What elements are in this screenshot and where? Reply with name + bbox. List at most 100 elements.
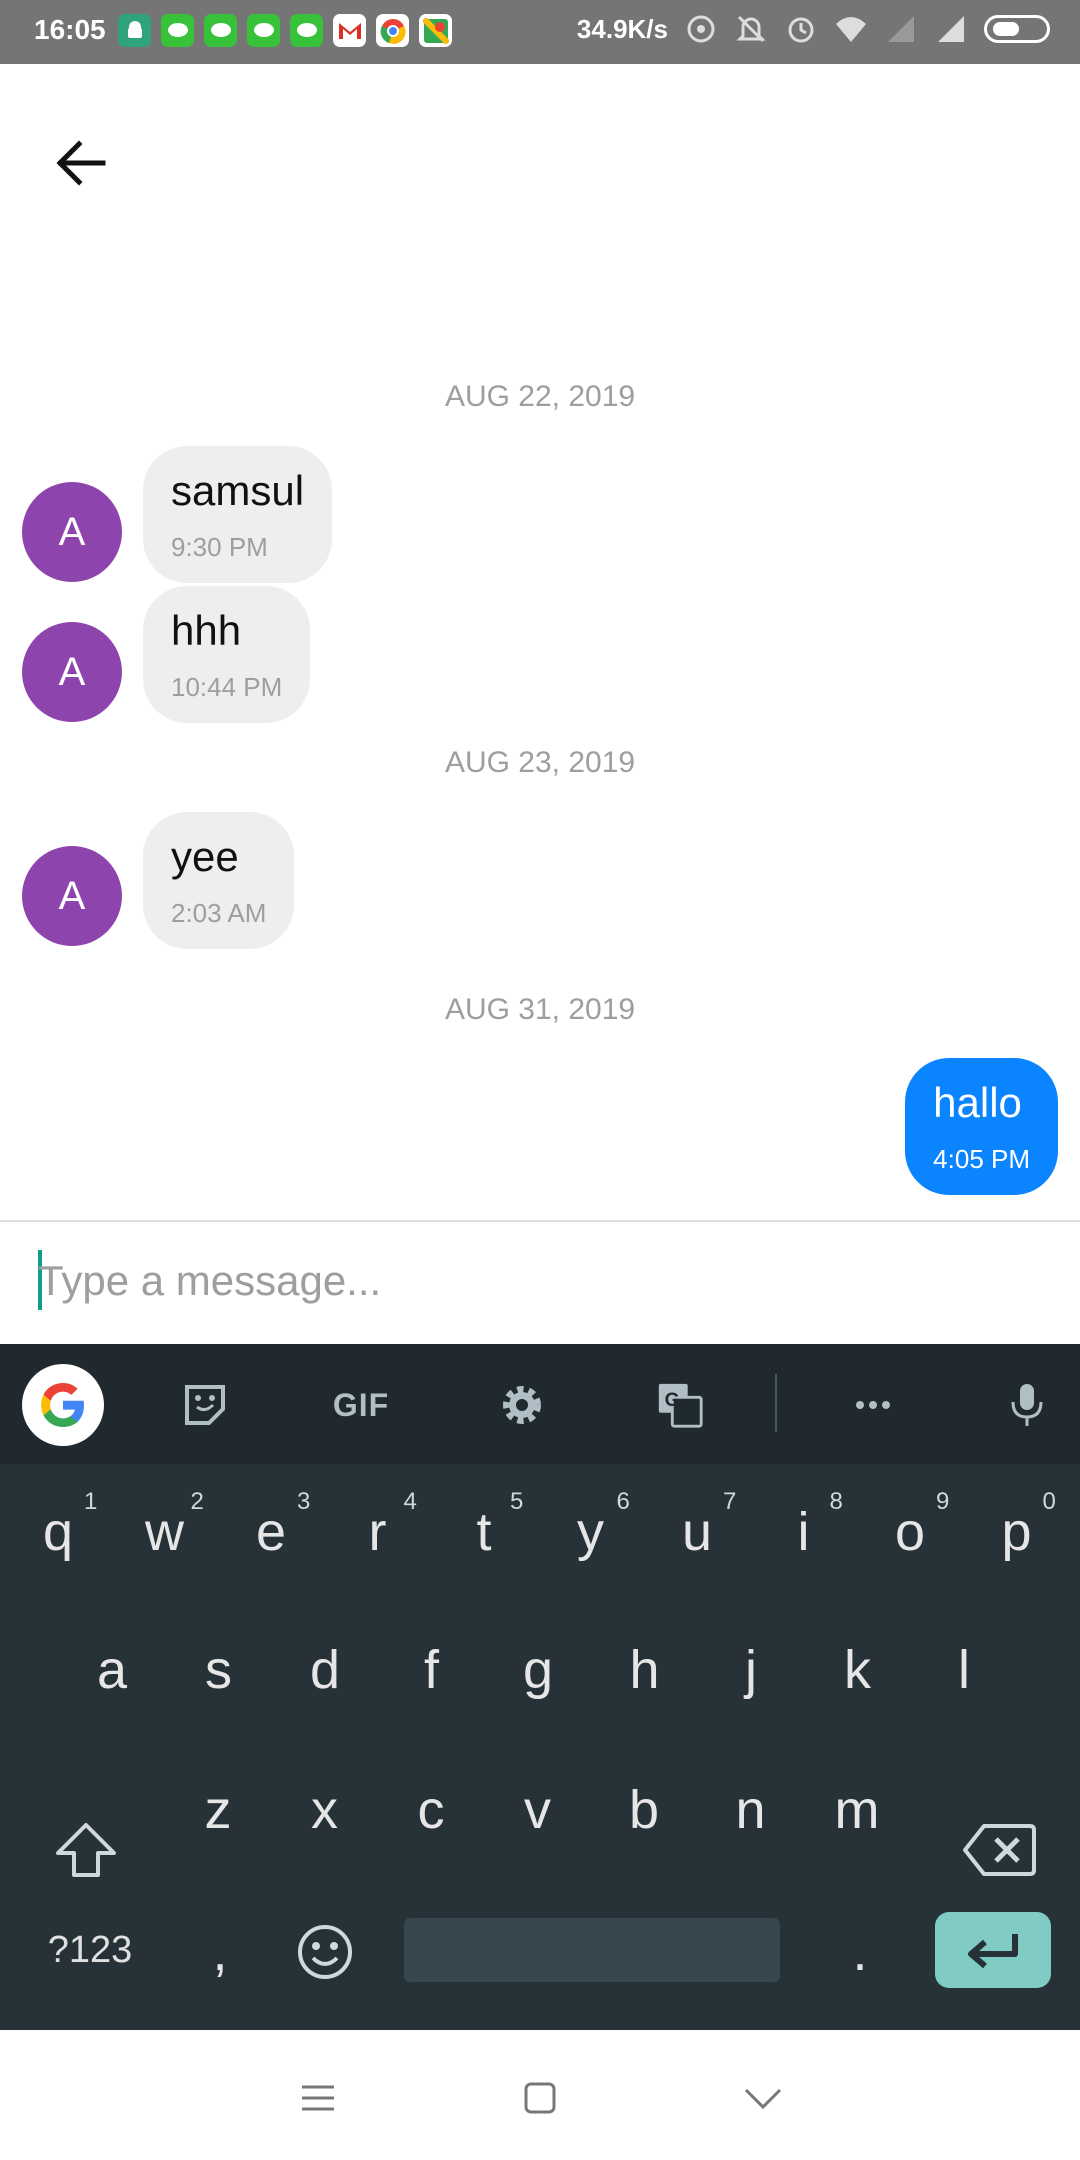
gif-label: GIF <box>332 1386 390 1423</box>
message-composer <box>0 1220 1080 1344</box>
message-bubble-outgoing[interactable]: hallo 4:05 PM <box>905 1058 1058 1195</box>
line-icon <box>290 14 323 47</box>
wifi-icon <box>836 17 866 42</box>
avatar-initial: A <box>58 509 86 554</box>
message-text: yee <box>171 833 239 880</box>
menu-icon <box>302 2085 334 2111</box>
toolbar-divider <box>775 1374 777 1432</box>
emoji-icon <box>298 1925 352 1979</box>
key-s[interactable]: s <box>169 1610 269 1730</box>
symbols-key[interactable]: ?123 <box>30 1912 150 1988</box>
more-button[interactable] <box>848 1380 898 1430</box>
notification-icons <box>118 14 452 47</box>
comma-key[interactable]: , <box>170 1892 270 2012</box>
enter-icon <box>968 1934 1018 1969</box>
google-search-button[interactable] <box>22 1364 104 1446</box>
avatar: A <box>22 622 122 722</box>
shift-icon <box>56 1823 116 1877</box>
navigation-bar <box>0 2030 1080 2160</box>
line-icon <box>204 14 237 47</box>
key-j[interactable]: j <box>701 1610 801 1730</box>
line-icon <box>161 14 194 47</box>
chevron-down-icon <box>744 2088 782 2110</box>
status-time: 16:05 <box>34 14 106 45</box>
back-nav-button[interactable] <box>733 2068 793 2128</box>
message-text: hhh <box>171 607 242 654</box>
hotspot-icon <box>687 15 715 43</box>
message-bubble-incoming[interactable]: hhh 10:44 PM <box>143 586 311 723</box>
key-hint-1: 1 <box>84 1488 98 1515</box>
enter-key[interactable] <box>935 1912 1051 1988</box>
key-l[interactable]: l <box>914 1610 1014 1730</box>
key-h[interactable]: h <box>595 1610 695 1730</box>
message-text: samsul <box>171 467 305 514</box>
message-bubble-incoming[interactable]: yee 2:03 AM <box>143 812 295 949</box>
key-z[interactable]: z <box>168 1750 268 1870</box>
key-d[interactable]: d <box>275 1610 375 1730</box>
gear-icon <box>503 1386 541 1424</box>
recents-button[interactable] <box>288 2068 348 2128</box>
sticker-button[interactable] <box>180 1380 230 1430</box>
avatar-initial: A <box>58 873 86 918</box>
key-f[interactable]: f <box>382 1610 482 1730</box>
message-time: 2:03 AM <box>171 898 267 928</box>
status-right: 34.9K/s <box>577 12 1050 46</box>
message-text: hallo <box>933 1079 1022 1126</box>
key-m[interactable]: m <box>807 1750 907 1870</box>
mute-icon <box>736 15 766 43</box>
home-button[interactable] <box>510 2068 570 2128</box>
backspace-key[interactable] <box>944 1790 1054 1910</box>
signal-icon <box>938 16 964 42</box>
key-hint-9: 9 <box>936 1488 950 1515</box>
key-hint-3: 3 <box>297 1488 311 1515</box>
translate-button[interactable]: G <box>655 1380 705 1430</box>
maps-icon <box>419 14 452 47</box>
backspace-icon <box>963 1824 1036 1876</box>
google-icon <box>41 1383 84 1427</box>
date-separator: AUG 22, 2019 <box>444 380 636 413</box>
key-v[interactable]: v <box>488 1750 588 1870</box>
message-time: 9:30 PM <box>171 532 268 562</box>
back-arrow-icon <box>56 140 106 186</box>
key-hint-2: 2 <box>190 1488 204 1515</box>
keyboard: GIF G q1w2e3r4t5y6u7i8o9p0 asdfghjkl zxc… <box>0 1344 1080 2030</box>
period-key[interactable]: . <box>810 1892 910 2012</box>
message-bubble-incoming[interactable]: samsul 9:30 PM <box>143 446 333 583</box>
svg-text:G: G <box>665 1390 680 1411</box>
back-button[interactable] <box>48 130 114 196</box>
key-hint-0: 0 <box>1042 1488 1056 1515</box>
key-hint-7: 7 <box>723 1488 737 1515</box>
avatar-initial: A <box>58 649 86 694</box>
gmail-icon <box>333 14 366 47</box>
key-hint-8: 8 <box>829 1488 843 1515</box>
message-time: 10:44 PM <box>171 672 283 702</box>
settings-button[interactable] <box>497 1380 547 1430</box>
more-icon <box>856 1401 890 1409</box>
message-input[interactable] <box>38 1246 1038 1316</box>
message-time: 4:05 PM <box>933 1144 1030 1174</box>
voice-input-button[interactable] <box>1002 1380 1052 1430</box>
avatar: A <box>22 482 122 582</box>
key-a[interactable]: a <box>62 1610 162 1730</box>
key-c[interactable]: c <box>381 1750 481 1870</box>
date-separator: AUG 31, 2019 <box>444 993 636 1026</box>
key-hint-5: 5 <box>510 1488 524 1515</box>
key-b[interactable]: b <box>594 1750 694 1870</box>
battery-icon <box>984 15 1050 43</box>
keyboard-toolbar: GIF G <box>0 1344 1080 1464</box>
key-g[interactable]: g <box>488 1610 588 1730</box>
android-icon <box>118 14 151 47</box>
alarm-icon <box>788 17 814 43</box>
status-bar: 16:05 34.9K/s <box>0 0 1080 64</box>
key-hint-6: 6 <box>616 1488 630 1515</box>
avatar: A <box>22 846 122 946</box>
key-x[interactable]: x <box>275 1750 375 1870</box>
gif-button[interactable]: GIF <box>325 1380 397 1430</box>
emoji-key[interactable] <box>277 1904 373 2000</box>
key-k[interactable]: k <box>808 1610 908 1730</box>
spacebar[interactable] <box>404 1918 780 1982</box>
line-icon <box>247 14 280 47</box>
shift-key[interactable] <box>36 1790 136 1910</box>
key-n[interactable]: n <box>701 1750 801 1870</box>
date-separator: AUG 23, 2019 <box>444 746 636 779</box>
